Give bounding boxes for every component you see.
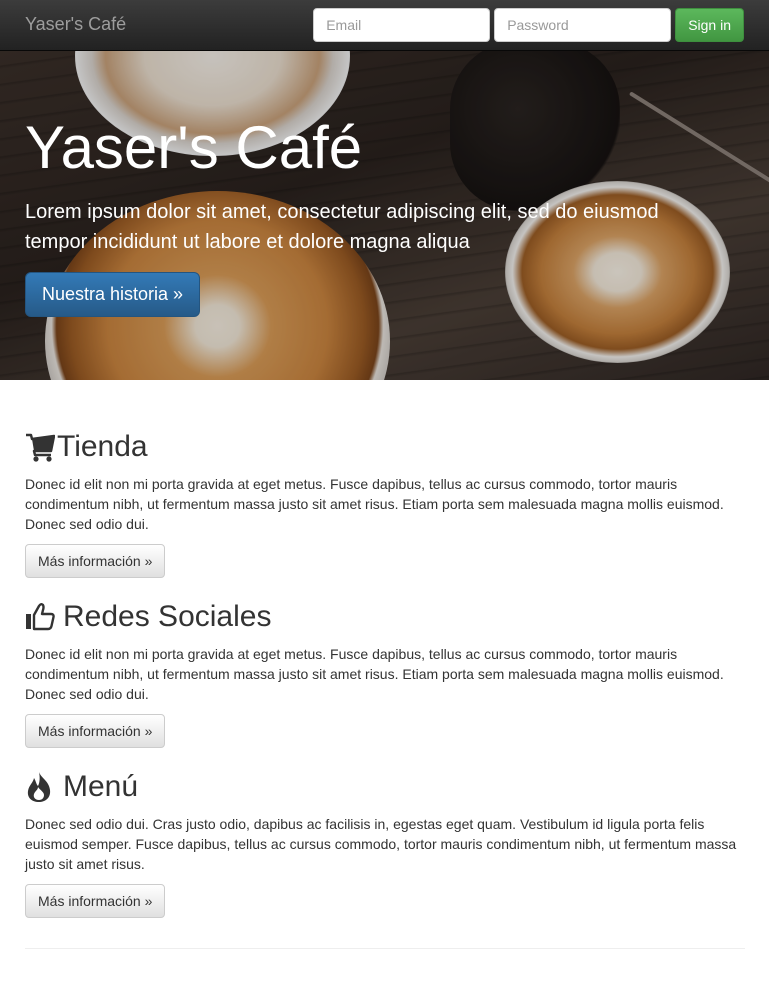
- hero-text: Lorem ipsum dolor sit amet, consectetur …: [25, 201, 659, 253]
- content-divider: [25, 948, 745, 949]
- section-heading: Menú: [25, 770, 745, 803]
- more-info-button-menu[interactable]: Más información »: [25, 884, 166, 918]
- hero-title: Yaser's Café: [25, 114, 363, 181]
- hero-banner: Yaser's Café Lorem ipsum dolor sit amet,…: [0, 51, 769, 380]
- section-text: Donec sed odio dui. Cras justo odio, dap…: [25, 816, 737, 872]
- thumbs-up-icon: [25, 602, 55, 631]
- navbar-brand[interactable]: Yaser's Café: [25, 14, 126, 35]
- section-title: Tienda: [57, 430, 148, 463]
- our-story-button[interactable]: Nuestra historia »: [25, 272, 201, 317]
- signin-form: Sign in: [313, 8, 744, 42]
- section-text: Donec id elit non mi porta gravida at eg…: [25, 476, 724, 532]
- section-heading: Tienda: [25, 430, 745, 463]
- section-heading: Redes Sociales: [25, 600, 745, 633]
- section-redes-sociales: Redes Sociales Donec id elit non mi port…: [25, 600, 745, 748]
- section-title: Menú: [63, 770, 139, 803]
- signin-button[interactable]: Sign in: [675, 8, 744, 42]
- email-input[interactable]: [313, 8, 491, 42]
- shopping-cart-icon: [25, 431, 55, 463]
- fire-icon: [25, 771, 53, 803]
- navbar: Yaser's Café Sign in: [0, 0, 769, 51]
- more-info-button-redes-sociales[interactable]: Más información »: [25, 714, 166, 748]
- section-menu: Menú Donec sed odio dui. Cras justo odio…: [25, 770, 745, 918]
- section-text: Donec id elit non mi porta gravida at eg…: [25, 646, 724, 702]
- password-input[interactable]: [494, 8, 672, 42]
- section-tienda: Tienda Donec id elit non mi porta gravid…: [25, 430, 745, 578]
- more-info-button-tienda[interactable]: Más información »: [25, 544, 166, 578]
- section-title: Redes Sociales: [63, 600, 272, 633]
